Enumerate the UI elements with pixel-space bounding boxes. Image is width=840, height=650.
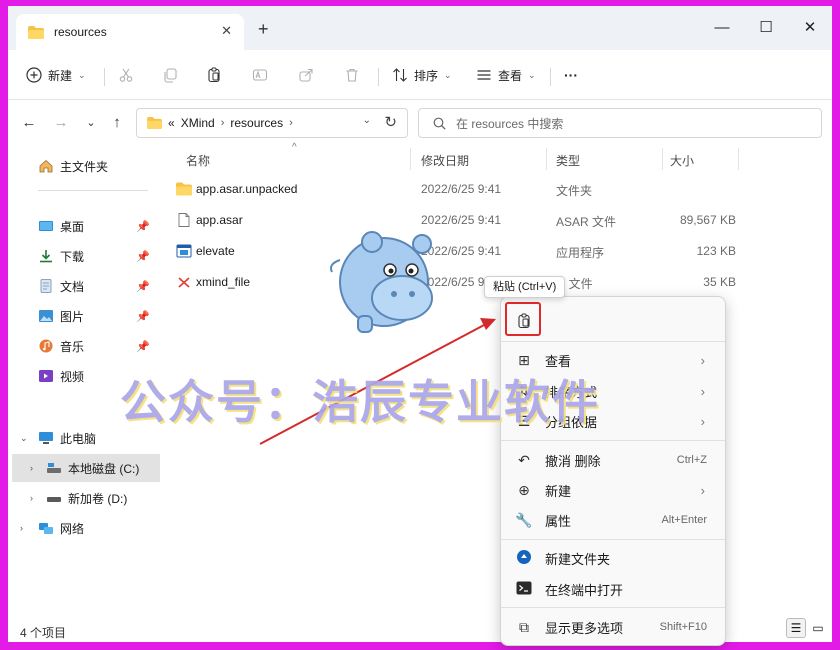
shortcut-label: Shift+F10	[659, 621, 707, 633]
watermark-text: 公众号：浩辰专业软件	[120, 375, 600, 429]
new-folder-icon	[515, 549, 533, 568]
terminal-icon	[515, 581, 533, 598]
menu-divider	[501, 341, 725, 342]
menu-item-label: 显示更多选项	[545, 620, 624, 636]
paste-highlight-box	[505, 302, 541, 336]
menu-item-label: 新建文件夹	[545, 551, 611, 567]
undo-icon: ↶	[518, 451, 530, 468]
properties-menu-item[interactable]: 🔧 属性 Alt+Enter	[509, 505, 719, 535]
more-options-menu-item[interactable]: ⧉ 显示更多选项 Shift+F10	[509, 612, 719, 642]
chevron-right-icon: ›	[700, 482, 705, 498]
menu-item-label: 属性	[545, 513, 572, 529]
plus-circle-icon: ⊕	[518, 481, 530, 498]
chevron-right-icon: ›	[700, 352, 705, 368]
menu-divider	[501, 607, 725, 608]
open-terminal-menu-item[interactable]: 在终端中打开	[509, 574, 719, 604]
menu-item-label: 撤消 删除	[545, 453, 601, 469]
menu-item-label: 在终端中打开	[545, 582, 624, 598]
wrench-icon: 🔧	[515, 511, 533, 528]
paste-tooltip: 粘贴 (Ctrl+V)	[484, 276, 566, 298]
shortcut-label: Alt+Enter	[661, 514, 707, 526]
new-menu-item[interactable]: ⊕ 新建 ›	[509, 475, 719, 505]
external-open-icon: ⧉	[519, 618, 529, 635]
chevron-right-icon: ›	[700, 413, 705, 429]
menu-divider	[501, 440, 725, 441]
menu-item-label: 新建	[545, 483, 572, 499]
menu-divider	[501, 539, 725, 540]
undo-menu-item[interactable]: ↶ 撤消 删除 Ctrl+Z	[509, 445, 719, 475]
shortcut-label: Ctrl+Z	[676, 454, 707, 466]
new-folder-menu-item[interactable]: 新建文件夹	[509, 543, 719, 573]
context-menu: ⊞ 查看 › ⇅ 排序方式 › ☰ 分组依据 › ↶ 撤消 删除 Ctrl+Z …	[500, 296, 726, 646]
chevron-right-icon: ›	[700, 383, 705, 399]
